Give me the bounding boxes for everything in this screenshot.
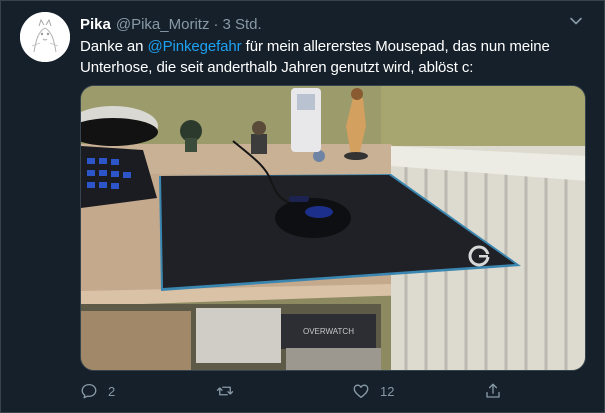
tweet-text: Danke an @Pinkegefahr für mein allererst… <box>80 36 570 78</box>
more-options-button[interactable] <box>568 13 584 29</box>
retweet-button[interactable] <box>216 379 244 403</box>
tweet-text-start: Danke an <box>80 38 148 55</box>
like-count: 12 <box>380 383 395 399</box>
mousepad-photo: OVERWATCH <box>81 86 585 370</box>
tweet-card[interactable]: Pika @Pika_Moritz · 3 Std. Danke an @Pin… <box>0 0 605 413</box>
separator-dot: · <box>213 15 219 33</box>
avatar-sketch <box>20 12 70 62</box>
timestamp[interactable]: 3 Std. <box>222 16 261 33</box>
reply-count: 2 <box>108 383 116 399</box>
display-name[interactable]: Pika <box>80 16 111 33</box>
like-button[interactable]: 12 <box>352 379 394 403</box>
share-button[interactable] <box>484 379 502 403</box>
retweet-icon <box>216 386 234 396</box>
heart-icon <box>353 384 369 399</box>
avatar[interactable] <box>20 12 70 62</box>
overwatch-box-label: OVERWATCH <box>303 327 354 336</box>
user-handle[interactable]: @Pika_Moritz <box>116 16 210 33</box>
tweet-photo[interactable]: OVERWATCH <box>80 85 586 371</box>
reply-icon <box>81 383 97 399</box>
share-icon <box>486 383 500 398</box>
chevron-down-icon <box>570 17 582 25</box>
tweet-actions: 2 12 <box>80 379 510 403</box>
tweet-header: Pika @Pika_Moritz · 3 Std. <box>80 14 262 34</box>
mention-link[interactable]: @Pinkegefahr <box>147 38 241 55</box>
reply-button[interactable]: 2 <box>80 379 115 403</box>
